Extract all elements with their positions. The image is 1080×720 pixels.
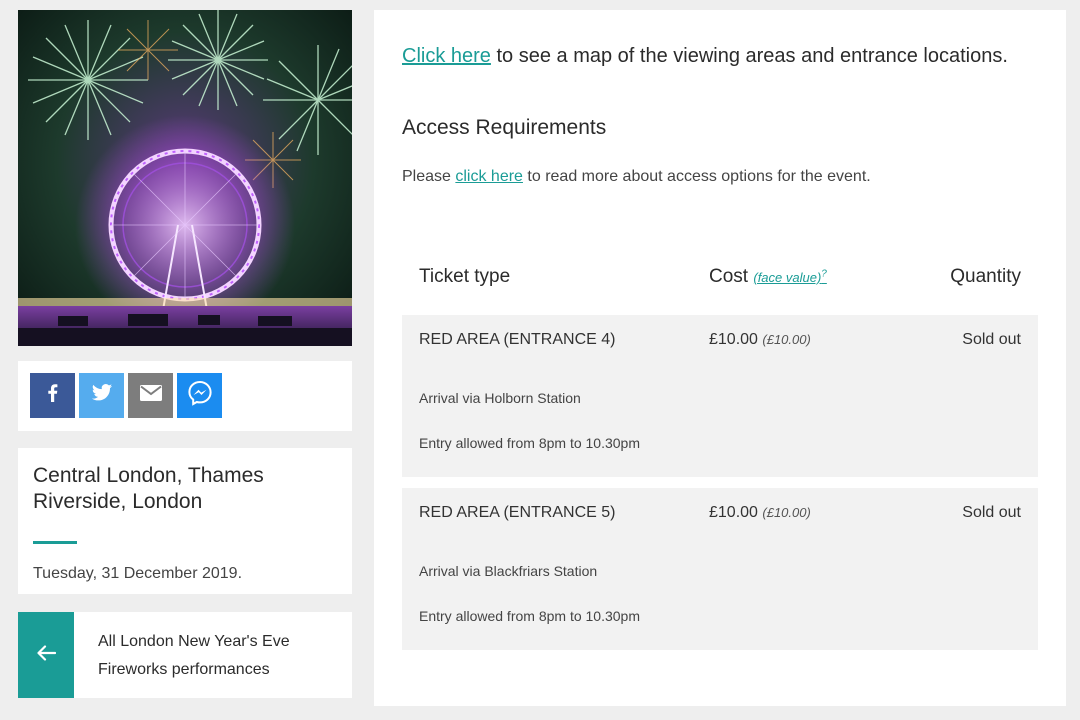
access-link[interactable]: click here <box>455 168 523 185</box>
ticket-panel: Click here to see a map of the viewing a… <box>374 10 1066 706</box>
ticket-arrival: Arrival via Blackfriars Station <box>419 563 598 579</box>
ticket-face-value: (£10.00) <box>762 332 811 347</box>
ticket-entry-time: Entry allowed from 8pm to 10.30pm <box>419 435 640 451</box>
ticket-status: Sold out <box>962 331 1021 348</box>
divider <box>33 541 77 544</box>
share-bar <box>18 361 352 431</box>
map-line-text: to see a map of the viewing areas and en… <box>490 45 1008 67</box>
ticket-price: £10.00 <box>709 504 758 521</box>
ticket-price: £10.00 <box>709 331 758 348</box>
back-to-performances-link[interactable]: All London New Year's Eve Fireworks perf… <box>18 612 352 698</box>
arrow-left-icon <box>36 644 57 666</box>
email-share-button[interactable] <box>128 373 173 418</box>
facebook-icon <box>43 383 63 408</box>
header-cost-label: Cost <box>709 266 749 287</box>
map-line: Click here to see a map of the viewing a… <box>402 45 1008 68</box>
ticket-status: Sold out <box>962 504 1021 521</box>
face-value-link[interactable]: (face value)? <box>753 269 827 285</box>
face-value-help[interactable]: ? <box>821 269 827 280</box>
access-text: Please click here to read more about acc… <box>402 168 871 186</box>
event-image <box>18 10 352 346</box>
access-heading: Access Requirements <box>402 116 607 139</box>
twitter-icon <box>91 383 113 408</box>
access-suffix: to read more about access options for th… <box>522 168 871 185</box>
header-ticket-type: Ticket type <box>419 266 511 287</box>
ticket-name: RED AREA (ENTRANCE 5) <box>419 504 616 521</box>
ticket-name: RED AREA (ENTRANCE 4) <box>419 331 616 348</box>
venue-card: Central London, Thames Riverside, London… <box>18 448 352 594</box>
ticket-cost: £10.00 (£10.00) <box>709 331 811 349</box>
ticket-entry-time: Entry allowed from 8pm to 10.30pm <box>419 608 640 624</box>
back-arrow-button[interactable] <box>18 612 74 698</box>
ticket-row: RED AREA (ENTRANCE 4) £10.00 (£10.00) So… <box>402 315 1038 477</box>
event-date: Tuesday, 31 December 2019. <box>33 565 243 582</box>
back-link-label[interactable]: All London New Year's Eve Fireworks perf… <box>98 628 338 684</box>
header-quantity: Quantity <box>950 266 1021 287</box>
map-link[interactable]: Click here <box>402 45 491 67</box>
mail-icon <box>139 385 162 406</box>
access-prefix: Please <box>402 168 456 185</box>
facebook-share-button[interactable] <box>30 373 75 418</box>
ticket-arrival: Arrival via Holborn Station <box>419 390 581 406</box>
ticket-cost: £10.00 (£10.00) <box>709 504 811 522</box>
messenger-share-button[interactable] <box>177 373 222 418</box>
ticket-row: RED AREA (ENTRANCE 5) £10.00 (£10.00) So… <box>402 488 1038 650</box>
twitter-share-button[interactable] <box>79 373 124 418</box>
messenger-icon <box>187 380 213 411</box>
face-value-link-text[interactable]: (face value) <box>753 270 821 285</box>
ticket-face-value: (£10.00) <box>762 505 811 520</box>
header-cost: Cost (face value)? <box>709 266 827 288</box>
venue-title: Central London, Thames Riverside, London <box>33 464 264 513</box>
